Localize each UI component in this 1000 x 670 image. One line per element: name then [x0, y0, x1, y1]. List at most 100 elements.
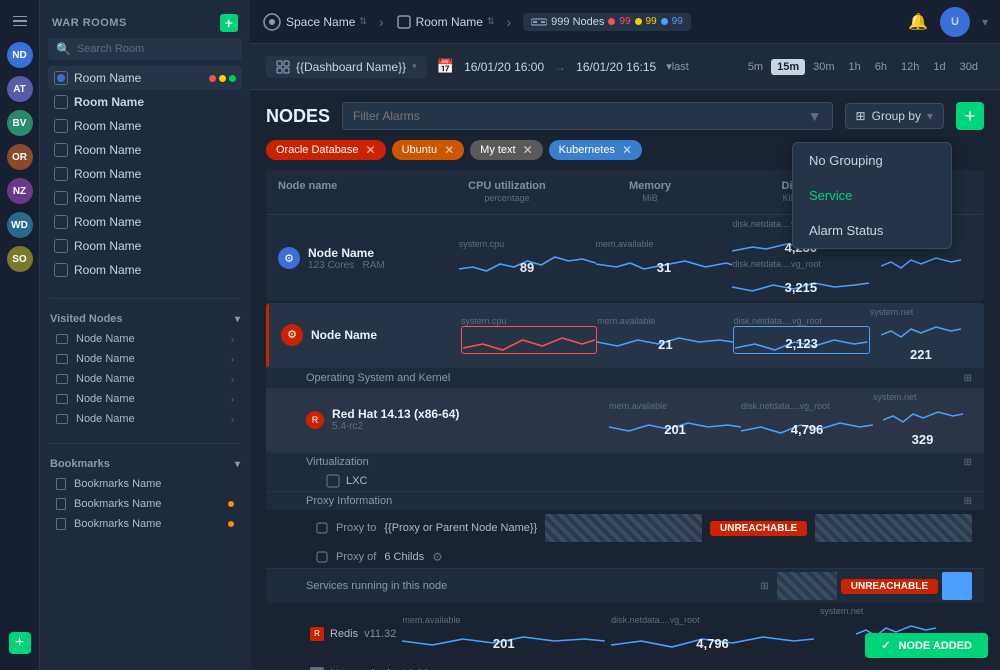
room-item[interactable]: Room Name — [48, 162, 242, 186]
proxy-settings-icon[interactable]: ⚙ — [432, 550, 443, 564]
room-item[interactable]: Room Name — [48, 90, 242, 114]
expanded-node-row[interactable]: ⚙ Node Name system.cpu mem.available — [266, 303, 984, 367]
node-added-label: NODE ADDED — [898, 640, 972, 652]
room-item[interactable]: Room Name — [48, 210, 242, 234]
remove-tag-icon[interactable]: ✕ — [523, 143, 533, 157]
time-30m[interactable]: 30m — [807, 59, 840, 75]
remove-tag-icon[interactable]: ✕ — [622, 143, 632, 157]
content-area: NODES ▼ ⊞ Group by ▾ + Oracle Database✕ … — [250, 90, 1000, 670]
time-12h[interactable]: 12h — [895, 59, 925, 75]
add-button[interactable]: + — [956, 102, 984, 130]
groupby-alarm-status[interactable]: Alarm Status — [793, 213, 951, 248]
user-avatar[interactable]: U — [940, 7, 970, 37]
memory-metric: mem.available 31 — [596, 239, 733, 277]
bookmarks-header[interactable]: Bookmarks ▾ — [50, 458, 240, 470]
proxy-of-count: 6 Childs — [384, 551, 424, 563]
avatar-nd[interactable]: ND — [7, 42, 33, 68]
tag-kubernetes[interactable]: Kubernetes✕ — [549, 140, 642, 160]
tag-oracle-database[interactable]: Oracle Database✕ — [266, 140, 386, 160]
arrow-icon: › — [231, 334, 234, 344]
war-rooms-header: War Rooms + — [48, 8, 242, 38]
visited-node[interactable]: Node Name› — [50, 369, 240, 389]
proxy-section-label: Proxy Information — [306, 495, 964, 507]
groupby-no-grouping[interactable]: No Grouping — [793, 143, 951, 178]
dashboard-selector[interactable]: {{Dashboard Name}} ▾ — [266, 56, 427, 78]
bookmark-item[interactable]: Bookmarks Name — [50, 474, 240, 494]
remove-tag-icon[interactable]: ✕ — [444, 143, 454, 157]
notifications-bell[interactable]: 🔔 — [908, 12, 928, 32]
nodes-icon — [531, 17, 547, 27]
time-1h[interactable]: 1h — [843, 59, 867, 75]
topnav-right: 🔔 U ▾ — [908, 7, 988, 37]
room-name-nav[interactable]: Room Name ⇅ — [396, 14, 495, 30]
tag-ubuntu[interactable]: Ubuntu✕ — [392, 140, 465, 160]
expand-icon[interactable]: ⊞ — [964, 496, 972, 507]
avatar-so[interactable]: SO — [7, 246, 33, 272]
visited-node[interactable]: Node Name› — [50, 409, 240, 429]
redhat-version: 5.4-rc2 — [332, 421, 477, 432]
redhat-row[interactable]: R Red Hat 14.13 (x86-64) 5.4-rc2 mem.ava… — [266, 388, 984, 452]
visited-nodes-section: Visited Nodes ▾ Node Name› Node Name› No… — [40, 307, 250, 435]
room-label: Room Name — [74, 71, 203, 85]
node-name-label: Node Name — [308, 246, 459, 260]
room-label: Room Name — [74, 191, 236, 205]
groupby-service[interactable]: Service — [793, 178, 951, 213]
nav-separator: › — [507, 14, 512, 30]
add-war-room-button[interactable]: + — [220, 14, 238, 32]
room-search[interactable]: 🔍 — [48, 38, 242, 60]
avatar-bv[interactable]: BV — [7, 110, 33, 136]
redis-label: Redis — [330, 628, 358, 640]
tag-mytext[interactable]: My text✕ — [470, 140, 543, 160]
node-sub-info: 123 Cores RAM — [308, 260, 459, 271]
room-item[interactable]: Room Name — [48, 234, 242, 258]
visited-nodes-header[interactable]: Visited Nodes ▾ — [50, 313, 240, 325]
avatar-nz[interactable]: NZ — [7, 178, 33, 204]
memory-chart: 31 — [596, 249, 733, 277]
th-memory: Memory MiB — [579, 176, 722, 208]
time-15m[interactable]: 15m — [771, 59, 805, 75]
time-6h[interactable]: 6h — [869, 59, 893, 75]
room-item[interactable]: Room Name — [48, 138, 242, 162]
time-5m[interactable]: 5m — [742, 59, 769, 75]
avatar-or[interactable]: OR — [7, 144, 33, 170]
bookmark-item[interactable]: Bookmarks Name — [50, 494, 240, 514]
expand-icon[interactable]: ⊞ — [964, 373, 972, 384]
room-item[interactable]: Room Name — [48, 258, 242, 282]
expand-icon[interactable]: ⊞ — [760, 581, 768, 592]
filter-bar[interactable]: ▼ — [342, 102, 833, 130]
avatar-wd[interactable]: WD — [7, 212, 33, 238]
user-menu-chevron[interactable]: ▾ — [982, 15, 988, 29]
filter-alarms-input[interactable] — [353, 109, 802, 123]
visited-node[interactable]: Node Name› — [50, 329, 240, 349]
last-button[interactable]: ▾last — [666, 60, 689, 73]
group-by-button[interactable]: ⊞ Group by ▾ — [845, 103, 944, 129]
sidebar-avatars: ND AT BV OR NZ WD SO + — [0, 0, 40, 670]
time-1d[interactable]: 1d — [927, 59, 951, 75]
chevron-down-icon: ▾ — [235, 459, 240, 470]
space-name-nav[interactable]: Space Name ⇅ — [262, 12, 367, 32]
info-dot — [661, 18, 668, 25]
lxc-row[interactable]: LXC — [266, 471, 984, 491]
room-item[interactable]: Room Name — [48, 114, 242, 138]
bookmark-item[interactable]: Bookmarks Name — [50, 514, 240, 534]
unreachable-stripe — [545, 514, 702, 542]
hamburger-menu[interactable] — [7, 8, 33, 34]
visited-node[interactable]: Node Name› — [50, 349, 240, 369]
memory-value: 31 — [657, 260, 671, 275]
blue-bar — [942, 572, 972, 600]
memcached-row[interactable]: M Memcached v16.32 — [266, 664, 984, 670]
visited-node[interactable]: Node Name› — [50, 389, 240, 409]
add-node-button[interactable]: + — [9, 632, 31, 654]
avatar-at[interactable]: AT — [7, 76, 33, 102]
room-item[interactable]: Room Name — [48, 186, 242, 210]
th-cpu: CPU utilization percentage — [435, 176, 578, 208]
expand-icon[interactable]: ⊞ — [964, 457, 972, 468]
time-arrow: → — [554, 60, 566, 74]
room-item[interactable]: Room Name — [48, 66, 242, 90]
redhat-info: Red Hat 14.13 (x86-64) 5.4-rc2 — [332, 407, 477, 432]
remove-tag-icon[interactable]: ✕ — [366, 143, 376, 157]
time-30d[interactable]: 30d — [954, 59, 984, 75]
check-icon: ✓ — [881, 639, 890, 652]
dropdown-arrow: ▾ — [412, 61, 417, 72]
room-search-input[interactable] — [77, 43, 234, 55]
